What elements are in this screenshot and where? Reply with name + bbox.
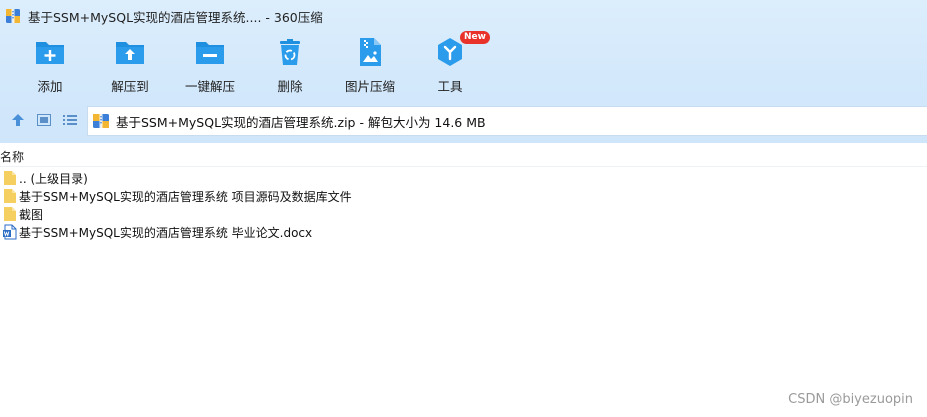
image-compress-button[interactable]: 图片压缩 — [330, 36, 410, 96]
extract-to-button[interactable]: 解压到 — [90, 36, 170, 96]
recycle-bin-icon — [280, 39, 300, 65]
folder-icon — [4, 207, 16, 221]
add-folder-icon — [36, 42, 64, 64]
list-view-button[interactable] — [61, 112, 79, 128]
file-list: 名称 .. (上级目录) 基于SSM+MySQL实现的酒店管理系统 项目源码及数… — [0, 143, 927, 417]
watermark-text: CSDN @biyezuopin — [788, 392, 913, 407]
one-click-extract-button[interactable]: 一键解压 — [170, 36, 250, 96]
navigation-bar: 基于SSM+MySQL实现的酒店管理系统.zip - 解包大小为 14.6 MB — [0, 104, 927, 137]
one-click-extract-icon — [196, 42, 224, 64]
zip-archive-icon — [93, 114, 109, 128]
app-logo-icon — [6, 9, 20, 23]
folder-icon — [4, 189, 16, 203]
file-name: 基于SSM+MySQL实现的酒店管理系统 项目源码及数据库文件 — [19, 189, 352, 204]
file-name: 基于SSM+MySQL实现的酒店管理系统 毕业论文.docx — [19, 225, 313, 240]
add-label: 添加 — [37, 79, 63, 94]
new-badge: New — [460, 31, 490, 44]
tools-button[interactable]: New 工具 — [410, 31, 490, 96]
title-bar: 基于SSM+MySQL实现的酒店管理系统.... - 360压缩 — [0, 0, 927, 32]
image-compress-label: 图片压缩 — [344, 79, 395, 94]
delete-label: 删除 — [277, 79, 303, 94]
window-chrome: 基于SSM+MySQL实现的酒店管理系统.... - 360压缩 添加 解压到 … — [0, 0, 927, 143]
toolbar: 添加 解压到 一键解压 删除 图片压缩 New 工具 — [0, 31, 927, 96]
address-bar[interactable]: 基于SSM+MySQL实现的酒店管理系统.zip - 解包大小为 14.6 MB — [87, 106, 927, 136]
extract-to-icon — [116, 42, 144, 64]
tools-label: 工具 — [437, 79, 463, 94]
column-name-label: 名称 — [0, 150, 25, 164]
one-click-extract-label: 一键解压 — [184, 79, 235, 94]
list-item-source-folder[interactable]: 基于SSM+MySQL实现的酒店管理系统 项目源码及数据库文件 — [0, 187, 600, 205]
list-view-icon — [63, 115, 77, 125]
extract-to-label: 解压到 — [111, 79, 149, 94]
arrow-up-icon — [12, 114, 24, 126]
file-name: 截图 — [19, 207, 44, 222]
column-header-name[interactable]: 名称 — [0, 148, 927, 167]
window-title: 基于SSM+MySQL实现的酒店管理系统.... - 360压缩 — [28, 9, 323, 25]
image-compress-icon — [360, 38, 381, 66]
list-item-docx-file[interactable]: 基于SSM+MySQL实现的酒店管理系统 毕业论文.docx — [0, 223, 600, 241]
folder-icon — [4, 171, 16, 185]
file-name: .. (上级目录) — [19, 171, 88, 186]
word-document-icon — [3, 224, 17, 240]
delete-button[interactable]: 删除 — [250, 36, 330, 96]
address-path: 基于SSM+MySQL实现的酒店管理系统.zip - 解包大小为 14.6 MB — [116, 114, 486, 130]
up-button[interactable] — [9, 112, 27, 128]
add-button[interactable]: 添加 — [10, 36, 90, 96]
thumbnail-view-button[interactable] — [35, 112, 53, 128]
list-item-screenshots-folder[interactable]: 截图 — [0, 205, 600, 223]
list-item-parent-dir[interactable]: .. (上级目录) — [0, 169, 600, 187]
app-window: 基于SSM+MySQL实现的酒店管理系统.... - 360压缩 添加 解压到 … — [0, 0, 927, 417]
thumbnail-view-icon — [37, 114, 51, 126]
